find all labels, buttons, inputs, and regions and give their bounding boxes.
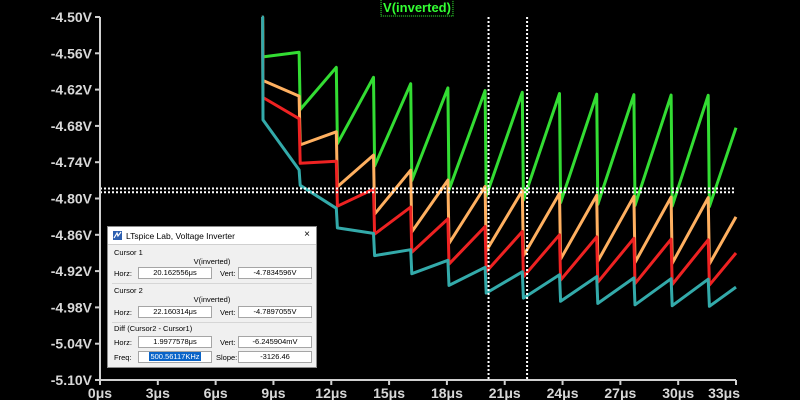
cursor2-header: Cursor 2: [114, 286, 143, 295]
x-tick-label: 24μs: [547, 385, 579, 400]
x-tick-label: 15μs: [373, 385, 405, 400]
cursor2-vert-label: Vert:: [220, 308, 236, 317]
x-tick-label: 33μs: [708, 385, 740, 400]
trace-1: [261, 15, 738, 209]
x-tick-label: 30μs: [662, 385, 694, 400]
y-tick-label: -4.68V: [51, 118, 93, 134]
ltspice-app-icon: [113, 231, 122, 240]
waveform-viewer: -4.50V -4.56V -4.62V -4.68V -4.74V -4.80V -4.8…: [0, 0, 800, 400]
close-icon[interactable]: ×: [304, 229, 310, 240]
trace-2: [261, 15, 738, 266]
x-tick-label: 21μs: [489, 385, 521, 400]
chart-title: V(inverted): [383, 0, 451, 15]
cursor1-header: Cursor 1: [114, 248, 143, 257]
x-tick-label: 9μs: [261, 385, 285, 400]
y-tick-label: -4.98V: [51, 299, 93, 315]
cursor-dialog[interactable]: LTspice Lab, Voltage Inverter × Cursor 1…: [107, 226, 317, 368]
x-tick-label: 12μs: [315, 385, 347, 400]
freq-selected-value[interactable]: 500.56117KHz: [149, 352, 201, 361]
y-tick-label: -5.04V: [51, 336, 93, 352]
y-tick-label: -4.74V: [51, 154, 93, 170]
y-tick-label: -5.10V: [51, 372, 93, 388]
slope-label: Slope:: [216, 353, 238, 362]
y-tick-label: -4.50V: [51, 9, 93, 25]
dialog-titlebar[interactable]: LTspice Lab, Voltage Inverter ×: [108, 227, 316, 245]
y-tick-label: -4.86V: [51, 227, 93, 243]
freq-field[interactable]: 500.56117KHz: [138, 351, 212, 363]
divider: [112, 322, 312, 323]
y-tick-label: -4.80V: [51, 191, 93, 207]
cursor1-trace: V(inverted): [193, 257, 231, 266]
y-tick-label: -4.56V: [51, 45, 93, 61]
trace-3: [261, 15, 738, 287]
x-tick-label: 18μs: [431, 385, 463, 400]
freq-label: Freq:: [114, 353, 132, 362]
dialog-title: LTspice Lab, Voltage Inverter: [126, 231, 235, 241]
x-tick-label: 6μs: [204, 385, 228, 400]
cursor2-trace: V(inverted): [193, 295, 231, 304]
diff-header: Diff (Cursor2 - Cursor1): [114, 324, 193, 333]
divider: [112, 283, 312, 284]
cursor2-horz-field[interactable]: 22.160314μs: [138, 306, 212, 318]
y-tick-label: -4.92V: [51, 263, 93, 279]
diff-horz-label: Horz:: [114, 338, 132, 347]
cursor2-vert-field[interactable]: -4.7897055V: [238, 306, 312, 318]
cursor2-horz-label: Horz:: [114, 308, 132, 317]
cursor1-horz-field[interactable]: 20.162556μs: [138, 267, 212, 279]
x-tick-label: 0μs: [88, 385, 112, 400]
x-tick-label: 27μs: [604, 385, 636, 400]
diff-vert-label: Vert:: [220, 338, 236, 347]
diff-vert-field[interactable]: -6.245904mV: [238, 336, 312, 348]
cursor1-horz-label: Horz:: [114, 269, 132, 278]
cursor1-vert-label: Vert:: [220, 269, 236, 278]
cursor1-vert-field[interactable]: -4.7834596V: [238, 267, 312, 279]
x-tick-label: 3μs: [146, 385, 170, 400]
diff-horz-field[interactable]: 1.9977578μs: [138, 336, 212, 348]
slope-field[interactable]: -3126.46: [238, 351, 312, 363]
y-tick-label: -4.62V: [51, 82, 93, 98]
